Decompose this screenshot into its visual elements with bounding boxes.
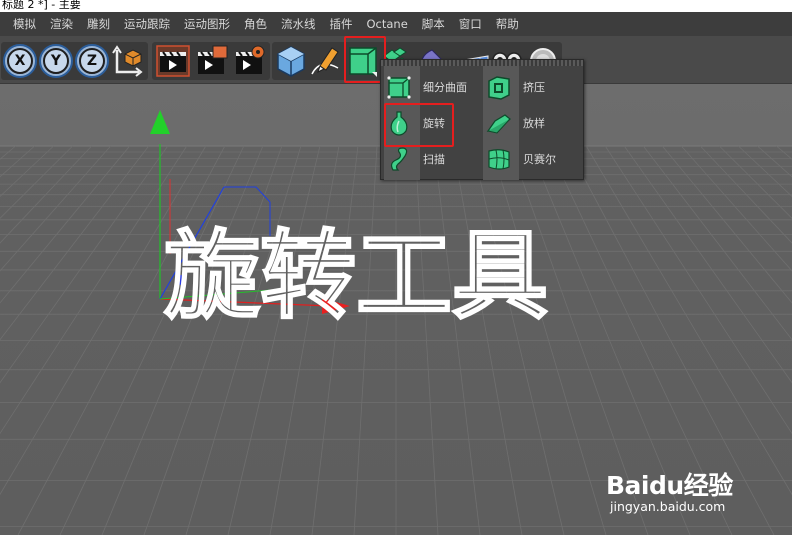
x-axis-label: X [7,48,33,74]
menu-window[interactable]: 窗口 [452,12,489,36]
axis-lock-group: X Y Z [1,42,148,80]
cube-icon[interactable] [274,44,308,78]
bezier-icon [488,149,510,170]
render-group [152,42,270,80]
popup-item-label: 放样 [523,117,545,130]
popup-item-subdivision[interactable]: 细分曲面 [381,70,481,104]
menu-octane[interactable]: Octane [360,12,415,36]
menu-help[interactable]: 帮助 [489,12,526,36]
baidu-watermark: Baidu经验 jingyan.baidu.com [606,466,792,526]
menu-motion-tracking[interactable]: 运动跟踪 [117,12,177,36]
menu-plugins[interactable]: 插件 [323,12,360,36]
popup-item-sweep[interactable]: 扫描 [381,142,481,176]
y-axis-button[interactable]: Y [39,44,73,78]
window-title: 标题 2 *] - 主要 [0,0,792,12]
menu-bar: 模拟 渲染 雕刻 运动跟踪 运动图形 角色 流水线 插件 Octane 脚本 窗… [0,12,792,36]
x-axis-button[interactable]: X [3,44,37,78]
popup-item-bezier[interactable]: 贝赛尔 [481,142,581,176]
sweep-icon [390,147,408,171]
popup-item-label: 挤压 [523,81,545,94]
menu-character[interactable]: 角色 [237,12,274,36]
highlight-lathe-item [384,103,454,147]
menu-mograph[interactable]: 运动图形 [177,12,237,36]
popup-item-label: 细分曲面 [423,81,467,94]
extrude-icon [488,76,510,100]
z-axis-label: Z [79,48,105,74]
coordinate-system-icon[interactable] [111,44,143,78]
subdivision-surface-icon [387,76,411,99]
render-settings-icon[interactable] [231,44,267,78]
y-axis-label: Y [43,48,69,74]
z-axis-button[interactable]: Z [75,44,109,78]
menu-render[interactable]: 渲染 [43,12,80,36]
menu-script[interactable]: 脚本 [415,12,452,36]
popup-item-label: 扫描 [423,153,445,166]
menu-pipeline[interactable]: 流水线 [274,12,323,36]
popup-item-extrude[interactable]: 挤压 [481,70,581,104]
render-view-icon[interactable] [155,44,191,78]
overlay-title: 旋转工具 [164,220,548,332]
popup-item-loft[interactable]: 放样 [481,106,581,140]
baidu-logo: Baidu经验 [606,471,733,500]
render-picture-viewer-icon[interactable] [193,44,229,78]
popup-item-label: 贝赛尔 [523,153,556,166]
pen-spline-icon[interactable] [308,44,342,78]
loft-icon [486,114,511,134]
menu-simulate[interactable]: 模拟 [6,12,43,36]
baidu-url: jingyan.baidu.com [610,499,726,514]
menu-sculpt[interactable]: 雕刻 [80,12,117,36]
